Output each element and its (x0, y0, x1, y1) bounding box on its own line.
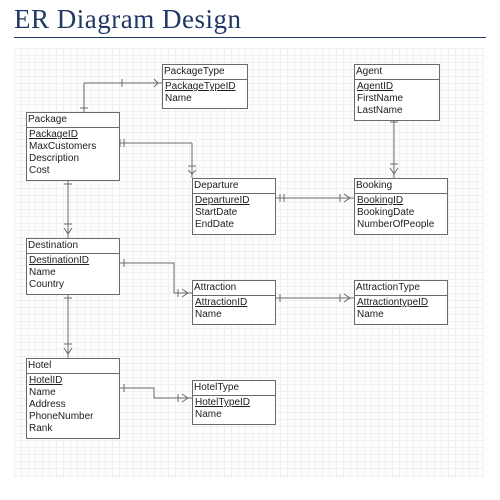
entity-attr: StartDate (195, 207, 273, 219)
entity-attr: Description (29, 153, 117, 165)
entity-header: Attraction (193, 282, 275, 296)
entity-header: AttractionType (355, 282, 447, 296)
entity-package: Package PackageID MaxCustomers Descripti… (26, 112, 120, 181)
entity-attr: Name (357, 309, 445, 321)
entity-header: Hotel (27, 360, 119, 374)
title-underline (14, 37, 486, 38)
entity-attractiontype: AttractionType AttractiontypeID Name (354, 280, 448, 325)
entity-header: Agent (355, 66, 439, 80)
entity-booking: Booking BookingID BookingDate NumberOfPe… (354, 178, 448, 235)
entity-attr: Name (195, 409, 273, 421)
entity-pk: PackageTypeID (165, 81, 245, 93)
entity-attr: Cost (29, 165, 117, 177)
entity-pk: AgentID (357, 81, 437, 93)
entity-header: Departure (193, 180, 275, 194)
entity-attr: PhoneNumber (29, 411, 117, 423)
entity-attr: Name (29, 387, 117, 399)
entity-pk: BookingID (357, 195, 445, 207)
entity-attr: Address (29, 399, 117, 411)
entity-attr: Name (165, 93, 245, 105)
entity-pk: HotelTypeID (195, 397, 273, 409)
entity-hotel: Hotel HotelID Name Address PhoneNumber R… (26, 358, 120, 439)
entity-attr: NumberOfPeople (357, 219, 445, 231)
entity-attr: Rank (29, 423, 117, 435)
entity-pk: AttractionID (195, 297, 273, 309)
entity-attraction: Attraction AttractionID Name (192, 280, 276, 325)
entity-header: Booking (355, 180, 447, 194)
entity-departure: Departure DepartureID StartDate EndDate (192, 178, 276, 235)
entity-pk: AttractiontypeID (357, 297, 445, 309)
entity-hoteltype: HotelType HotelTypeID Name (192, 380, 276, 425)
er-diagram-canvas: PackageType PackageTypeID Name Agent Age… (14, 48, 484, 478)
entity-header: Package (27, 114, 119, 128)
entity-agent: Agent AgentID FirstName LastName (354, 64, 440, 121)
entity-attr: Name (29, 267, 117, 279)
entity-attr: Country (29, 279, 117, 291)
entity-destination: Destination DestinationID Name Country (26, 238, 120, 295)
entity-header: HotelType (193, 382, 275, 396)
entity-header: PackageType (163, 66, 247, 80)
entity-attr: BookingDate (357, 207, 445, 219)
entity-pk: HotelID (29, 375, 117, 387)
entity-attr: EndDate (195, 219, 273, 231)
page-title: ER Diagram Design (0, 0, 500, 37)
entity-attr: MaxCustomers (29, 141, 117, 153)
entity-pk: DestinationID (29, 255, 117, 267)
entity-pk: DepartureID (195, 195, 273, 207)
entity-attr: Name (195, 309, 273, 321)
entity-header: Destination (27, 240, 119, 254)
entity-attr: LastName (357, 105, 437, 117)
entity-pk: PackageID (29, 129, 117, 141)
entity-attr: FirstName (357, 93, 437, 105)
entity-packagetype: PackageType PackageTypeID Name (162, 64, 248, 109)
